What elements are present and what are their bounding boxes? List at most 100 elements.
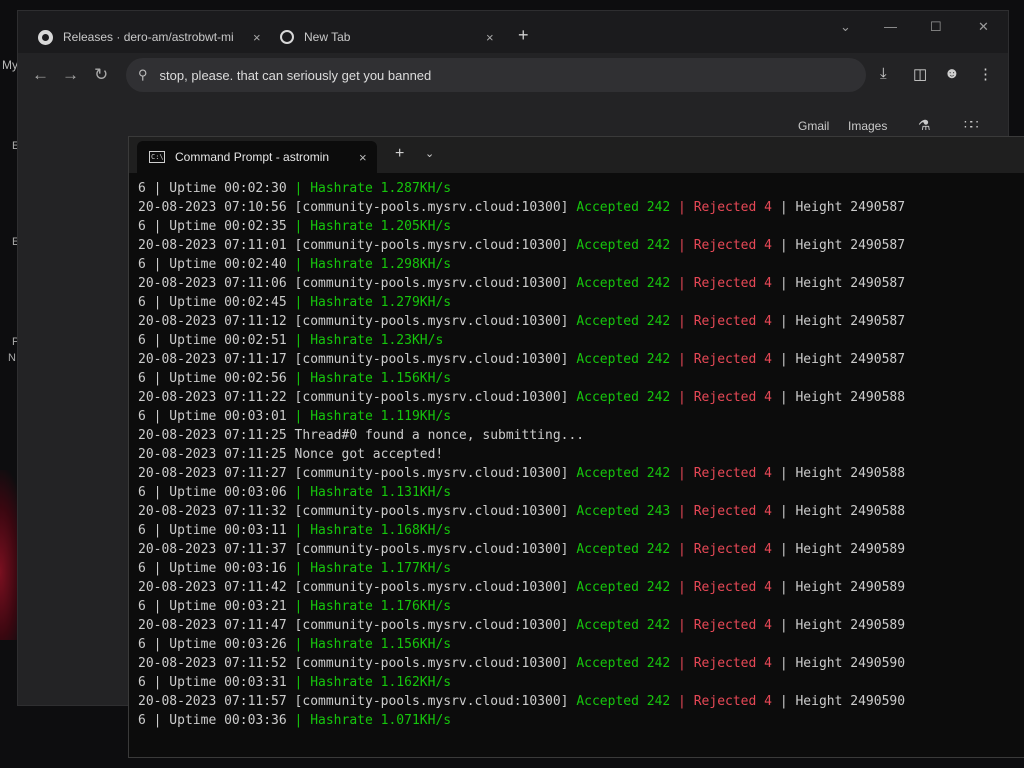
terminal-tab[interactable]: C:\ Command Prompt - astromin ×: [137, 141, 377, 173]
terminal-line: 6 | Uptime 00:02:56 | Hashrate 1.156KH/s: [138, 369, 1024, 388]
pool-address: [community-pools.mysrv.cloud:10300]: [294, 694, 569, 709]
separator: |: [772, 276, 796, 291]
rejected-count: Rejected 4: [693, 618, 772, 633]
separator: |: [670, 238, 694, 253]
uptime-label: 6 | Uptime: [138, 637, 225, 652]
pool-address: [community-pools.mysrv.cloud:10300]: [294, 656, 569, 671]
block-height: Height 2490589: [795, 618, 906, 633]
hashrate-label: Hashrate: [310, 371, 381, 386]
close-tab-icon[interactable]: ×: [359, 150, 367, 165]
minimize-button[interactable]: —: [884, 19, 897, 34]
hashrate-value: 1.168KH/s: [380, 523, 452, 538]
uptime-label: 6 | Uptime: [138, 675, 225, 690]
separator: |: [286, 675, 311, 690]
separator: |: [670, 276, 694, 291]
timestamp: 20-08-2023 07:11:52: [138, 656, 287, 671]
tab-search-icon[interactable]: ⌄: [840, 19, 851, 35]
uptime-value: 00:03:16: [224, 561, 287, 576]
pool-address: [community-pools.mysrv.cloud:10300]: [294, 276, 569, 291]
new-tab-button[interactable]: +: [518, 25, 529, 46]
separator: |: [772, 200, 796, 215]
terminal-line: 20-08-2023 07:11:22 [community-pools.mys…: [138, 388, 1024, 407]
separator: |: [772, 580, 796, 595]
terminal-line: 20-08-2023 07:11:52 [community-pools.mys…: [138, 654, 1024, 673]
hashrate-label: Hashrate: [310, 599, 381, 614]
separator: |: [286, 561, 311, 576]
close-window-button[interactable]: ✕: [978, 19, 989, 35]
rejected-count: Rejected 4: [693, 694, 772, 709]
download-icon[interactable]: ⤓: [880, 65, 887, 82]
browser-tab-releases[interactable]: Releases · dero-am/astrobwt-mi ×: [38, 23, 278, 51]
desktop-icon-label[interactable]: N: [8, 352, 16, 364]
terminal-tabbar: C:\ Command Prompt - astromin × + ⌄: [129, 137, 1024, 173]
images-link[interactable]: Images: [848, 119, 887, 133]
menu-kebab-icon[interactable]: ⋮: [978, 65, 993, 83]
profile-icon[interactable]: ☻: [944, 65, 960, 82]
apps-grid-icon[interactable]: ∷∷: [964, 117, 978, 133]
gmail-link[interactable]: Gmail: [798, 119, 829, 133]
timestamp: 20-08-2023 07:11:01: [138, 238, 287, 253]
separator: |: [670, 542, 694, 557]
block-height: Height 2490590: [795, 656, 906, 671]
terminal-line: 20-08-2023 07:11:32 [community-pools.mys…: [138, 502, 1024, 521]
omnibox-input[interactable]: [157, 66, 812, 84]
block-height: Height 2490588: [795, 504, 906, 519]
separator: |: [772, 352, 796, 367]
uptime-label: 6 | Uptime: [138, 599, 225, 614]
separator: |: [286, 181, 311, 196]
uptime-label: 6 | Uptime: [138, 485, 225, 500]
reload-icon[interactable]: ↻: [94, 65, 108, 85]
uptime-value: 00:02:56: [224, 371, 287, 386]
uptime-label: 6 | Uptime: [138, 219, 225, 234]
forward-arrow-icon[interactable]: →: [62, 65, 79, 85]
terminal-line: 6 | Uptime 00:03:06 | Hashrate 1.131KH/s: [138, 483, 1024, 502]
search-icon: ⚲: [138, 67, 148, 82]
uptime-label: 6 | Uptime: [138, 371, 225, 386]
separator: |: [286, 219, 311, 234]
terminal-line: 6 | Uptime 00:03:26 | Hashrate 1.156KH/s: [138, 635, 1024, 654]
separator: |: [286, 257, 311, 272]
separator: |: [670, 618, 694, 633]
close-tab-icon[interactable]: ×: [253, 30, 261, 45]
separator: |: [286, 713, 311, 728]
terminal-output[interactable]: 6 | Uptime 00:02:30 | Hashrate 1.287KH/s…: [138, 179, 1024, 757]
chevron-down-icon[interactable]: ⌄: [425, 147, 434, 160]
separator: |: [286, 523, 311, 538]
separator: |: [670, 352, 694, 367]
back-arrow-icon[interactable]: ←: [32, 65, 49, 85]
cmd-icon: C:\: [149, 151, 165, 163]
tab-title: New Tab: [304, 30, 351, 44]
maximize-button[interactable]: ☐: [930, 19, 942, 35]
close-tab-icon[interactable]: ×: [486, 30, 494, 45]
block-height: Height 2490589: [795, 542, 906, 557]
hashrate-label: Hashrate: [310, 333, 381, 348]
browser-tab-new-tab[interactable]: New Tab ×: [280, 23, 498, 51]
terminal-line: 6 | Uptime 00:02:30 | Hashrate 1.287KH/s: [138, 179, 1024, 198]
separator: |: [670, 390, 694, 405]
hashrate-value: 1.162KH/s: [380, 675, 452, 690]
hashrate-value: 1.119KH/s: [380, 409, 452, 424]
pool-address: [community-pools.mysrv.cloud:10300]: [294, 542, 569, 557]
desktop-icon-label[interactable]: My: [2, 58, 18, 72]
block-height: Height 2490587: [795, 200, 906, 215]
terminal-line: 6 | Uptime 00:03:16 | Hashrate 1.177KH/s: [138, 559, 1024, 578]
github-icon: [38, 29, 53, 45]
terminal-line: 6 | Uptime 00:03:21 | Hashrate 1.176KH/s: [138, 597, 1024, 616]
side-panel-icon[interactable]: ◫: [913, 65, 927, 83]
hashrate-label: Hashrate: [310, 409, 381, 424]
hashrate-label: Hashrate: [310, 181, 381, 196]
hashrate-label: Hashrate: [310, 257, 381, 272]
terminal-line: 20-08-2023 07:11:42 [community-pools.mys…: [138, 578, 1024, 597]
new-terminal-tab-button[interactable]: +: [395, 145, 404, 163]
uptime-label: 6 | Uptime: [138, 523, 225, 538]
separator: |: [772, 314, 796, 329]
address-bar[interactable]: ⚲: [126, 58, 866, 92]
terminal-line: 6 | Uptime 00:02:51 | Hashrate 1.23KH/s: [138, 331, 1024, 350]
hashrate-label: Hashrate: [310, 713, 381, 728]
accepted-count: Accepted 242: [576, 656, 671, 671]
uptime-value: 00:03:06: [224, 485, 287, 500]
accepted-count: Accepted 242: [576, 618, 671, 633]
pool-address: [community-pools.mysrv.cloud:10300]: [294, 238, 569, 253]
terminal-line: 20-08-2023 07:11:25 Nonce got accepted!: [138, 445, 1024, 464]
labs-flask-icon[interactable]: ⚗: [918, 117, 931, 134]
